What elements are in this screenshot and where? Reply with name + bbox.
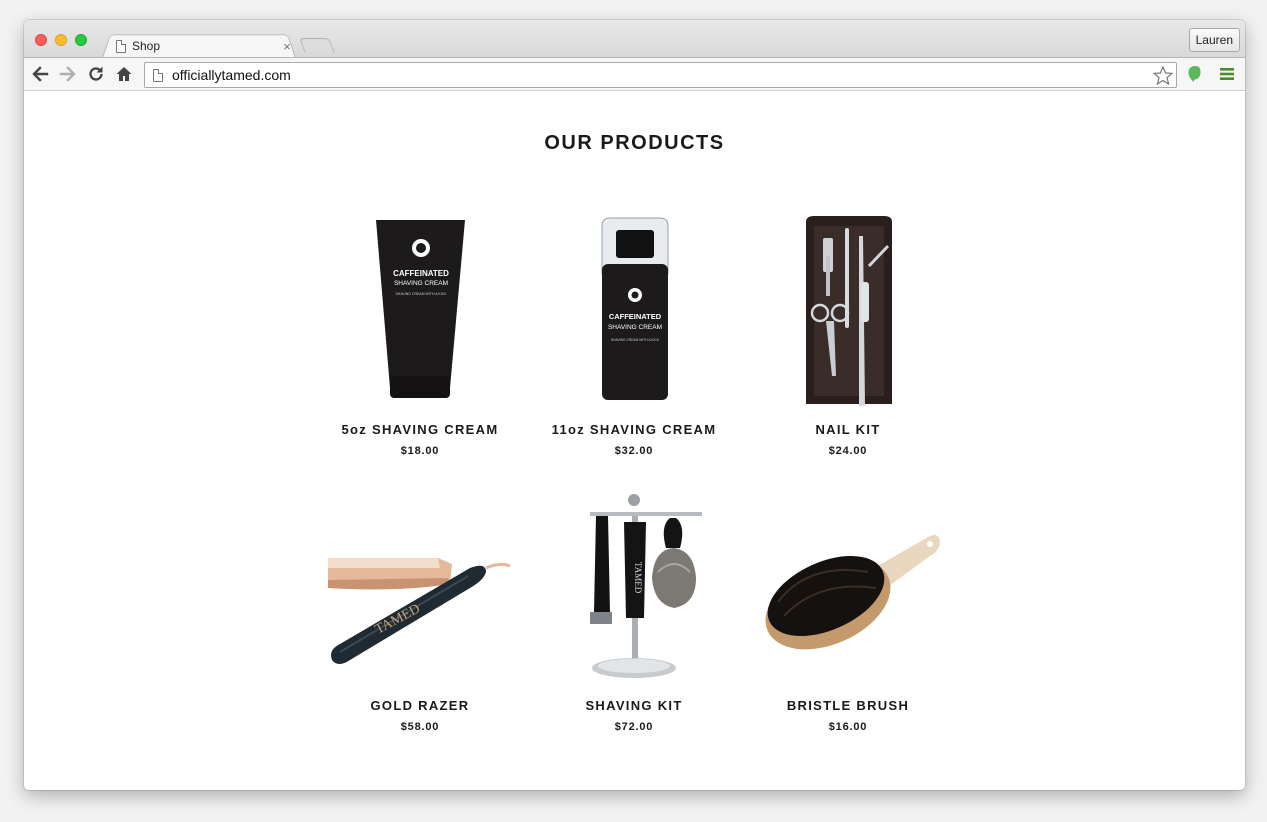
reload-button[interactable] [86, 64, 106, 84]
tube-label-line1: CAFFEINATED [393, 269, 449, 278]
product-card[interactable]: NAIL KIT $24.00 [748, 216, 948, 457]
product-card[interactable]: TAMED GOLD RAZER $58.00 [320, 492, 520, 733]
product-image[interactable]: CAFFEINATED SHAVING CREAM SHAVING CREAM … [534, 216, 734, 408]
product-card[interactable]: TAMED SHAVING KIT $72.00 [534, 492, 734, 733]
shaving-cream-tube-image: CAFFEINATED SHAVING CREAM SHAVING CREAM … [376, 220, 465, 398]
product-price: $16.00 [828, 721, 868, 733]
forward-icon [59, 66, 76, 82]
profile-button[interactable]: Lauren [1188, 28, 1240, 52]
bottle-label-line3: SHAVING CREAM WITH A KICK [611, 338, 660, 342]
page-content: OUR PRODUCTS CAFFEINATED SHAVING CREAM S… [24, 91, 1245, 790]
product-price: $18.00 [400, 445, 440, 457]
product-price: $58.00 [400, 721, 440, 733]
page-icon [116, 39, 126, 53]
product-price: $32.00 [614, 445, 654, 457]
close-window-button[interactable] [35, 34, 47, 46]
kit-engraving: TAMED [633, 562, 643, 594]
tab-title: Shop [132, 39, 161, 53]
back-icon [32, 66, 49, 82]
straight-razor-image: TAMED [328, 558, 511, 664]
product-card[interactable]: CAFFEINATED SHAVING CREAM SHAVING CREAM … [534, 216, 734, 457]
product-name[interactable]: NAIL KIT [748, 422, 948, 437]
product-name[interactable]: GOLD RAZER [320, 698, 520, 713]
product-image[interactable]: TAMED [320, 492, 520, 684]
tab-strip: Shop × Lauren [24, 20, 1245, 58]
product-name[interactable]: 11oz SHAVING CREAM [534, 422, 734, 437]
new-tab-button[interactable] [299, 38, 335, 53]
nail-kit-image [806, 216, 892, 406]
product-name[interactable]: 5oz SHAVING CREAM [320, 422, 520, 437]
product-image[interactable]: CAFFEINATED SHAVING CREAM SHAVING CREAM … [320, 216, 520, 408]
tab-close-icon[interactable]: × [280, 39, 294, 54]
bookmark-star-button[interactable] [1150, 65, 1176, 85]
browser-menu-button[interactable] [1218, 65, 1236, 83]
product-image[interactable] [748, 492, 948, 684]
product-price: $72.00 [614, 721, 654, 733]
address-bar[interactable]: officiallytamed.com [144, 62, 1177, 88]
product-name[interactable]: SHAVING KIT [534, 698, 734, 713]
product-name[interactable]: BRISTLE BRUSH [748, 698, 948, 713]
window-controls [35, 34, 87, 46]
url-text[interactable]: officiallytamed.com [172, 67, 1150, 83]
forward-button[interactable] [58, 64, 78, 84]
back-button[interactable] [30, 64, 50, 84]
shaving-cream-bottle-image: CAFFEINATED SHAVING CREAM SHAVING CREAM … [601, 217, 669, 400]
maximize-window-button[interactable] [75, 34, 87, 46]
reload-icon [89, 66, 103, 81]
evernote-extension-button[interactable] [1186, 65, 1204, 83]
bottle-label-line1: CAFFEINATED [609, 312, 662, 321]
product-image[interactable] [748, 216, 948, 408]
bottle-label-line2: SHAVING CREAM [608, 324, 662, 331]
star-icon [1153, 65, 1173, 85]
bristle-brush-image [765, 535, 940, 650]
page-icon [153, 68, 163, 82]
menu-icon [1220, 68, 1234, 80]
product-image[interactable]: TAMED [534, 492, 734, 684]
home-icon [116, 67, 132, 81]
product-price: $24.00 [828, 445, 868, 457]
product-card[interactable]: CAFFEINATED SHAVING CREAM SHAVING CREAM … [320, 216, 520, 457]
evernote-icon [1188, 66, 1201, 82]
product-card[interactable]: BRISTLE BRUSH $16.00 [748, 492, 948, 733]
minimize-window-button[interactable] [55, 34, 67, 46]
page-title: OUR PRODUCTS [544, 132, 725, 154]
browser-toolbar: officiallytamed.com [24, 57, 1245, 91]
home-button[interactable] [114, 64, 134, 84]
tab-shop-content[interactable]: Shop × [114, 36, 294, 56]
tube-label-line2: SHAVING CREAM [394, 280, 448, 287]
browser-window: Shop × Lauren officiallytamed.com OUR PR… [24, 20, 1245, 790]
shaving-kit-image: TAMED [590, 494, 702, 678]
tube-label-line3: SHAVING CREAM WITH A KICK [395, 292, 447, 296]
